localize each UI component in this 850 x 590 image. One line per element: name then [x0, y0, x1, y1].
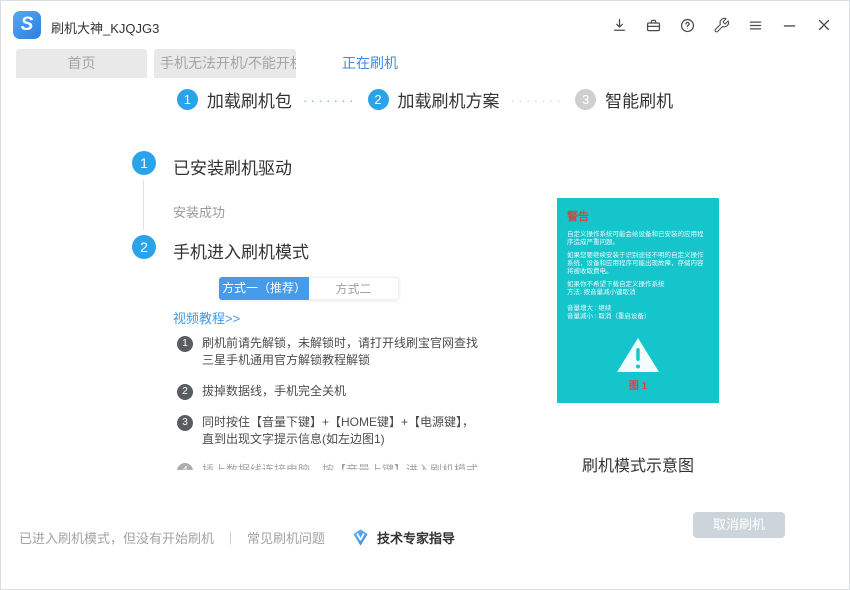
instruction-3-number: 3	[177, 415, 193, 431]
mode-1-button[interactable]: 方式一（推荐）	[219, 277, 309, 300]
instruction-4-number: 4	[177, 463, 193, 470]
progress-steps: 1 加载刷机包 ······· 2 加载刷机方案 ······· 3 智能刷机	[1, 87, 849, 112]
progress-step-1-circle: 1	[177, 89, 198, 110]
app-window: S 刷机大神_KJQJG3 首页 手机无法开机/不能开机 正在刷机 1 加载刷机…	[0, 0, 850, 590]
flash-mode-illustration: 警告 自定义操作系统可能会给设备和已安装的应用程序造成严重问题。 如果您要继续安…	[557, 198, 719, 403]
flow-step-1-status: 安装成功	[173, 202, 225, 221]
instruction-1-number: 1	[177, 336, 193, 352]
flow-step-1-title: 已安装刷机驱动	[173, 154, 292, 179]
illustration-caption: 刷机模式示意图	[557, 452, 719, 476]
mode-2-button[interactable]: 方式二	[309, 277, 399, 300]
illustration-text: 如果你不希望下载自定义操作系统	[567, 281, 709, 289]
flow-connector-line	[143, 180, 144, 230]
illustration-text: 自定义操作系统可能会给设备和已安装的应用程序造成严重问题。	[567, 231, 709, 247]
minimize-icon[interactable]	[781, 17, 798, 34]
status-text: 已进入刷机模式，但没有开始刷机	[19, 528, 214, 547]
instruction-list: 1 刷机前请先解锁，未解锁时，请打开线刷宝官网查找三星手机通用官方解锁教程解锁 …	[177, 335, 479, 470]
illustration-text: 如果您要继续安装于识别途径不明的自定义操作系统，设备和应用程序可能出现故障，存储…	[567, 252, 709, 276]
toolbox-icon[interactable]	[645, 17, 662, 34]
progress-step-3-label: 智能刷机	[605, 87, 673, 112]
flow-step-2-circle: 2	[132, 235, 156, 259]
tab-home[interactable]: 首页	[16, 49, 147, 78]
status-bar: 已进入刷机模式，但没有开始刷机 ｜ 常见刷机问题 技术专家指导	[19, 528, 455, 547]
status-divider: ｜	[224, 528, 237, 547]
instruction-2-number: 2	[177, 384, 193, 400]
app-title: 刷机大神_KJQJG3	[51, 18, 159, 37]
download-icon[interactable]	[611, 17, 628, 34]
progress-connector-1: ·······	[303, 92, 357, 108]
titlebar-actions	[611, 16, 833, 34]
instruction-item-3: 3 同时按住【音量下键】+【HOME键】+【电源键】，直到出现文字提示信息(如左…	[177, 414, 479, 448]
menu-icon[interactable]	[747, 17, 764, 34]
video-tutorial-link[interactable]: 视频教程>>	[173, 308, 240, 327]
title-bar: S 刷机大神_KJQJG3	[1, 1, 849, 49]
progress-step-1-label: 加载刷机包	[207, 87, 292, 112]
expert-badge-icon	[351, 528, 370, 547]
instruction-1-text: 刷机前请先解锁，未解锁时，请打开线刷宝官网查找三星手机通用官方解锁教程解锁	[202, 335, 479, 369]
illustration-warning-title: 警告	[567, 208, 709, 224]
instruction-item-4-clipped: 4 插上数据线连接电脑，按【音量上键】进入刷机模式	[177, 462, 479, 470]
illustration-text: 音量增大 : 继续	[567, 305, 709, 313]
flow-step-2-title: 手机进入刷机模式	[173, 238, 309, 263]
instruction-3-text: 同时按住【音量下键】+【HOME键】+【电源键】，直到出现文字提示信息(如左边图…	[202, 414, 479, 448]
warning-triangle-icon	[615, 336, 661, 374]
progress-step-2-circle: 2	[368, 89, 389, 110]
tab-bar: 首页 手机无法开机/不能开机 正在刷机	[1, 49, 849, 78]
expert-guidance-link[interactable]: 技术专家指导	[377, 528, 455, 547]
faq-link[interactable]: 常见刷机问题	[247, 528, 325, 547]
instruction-4-text: 插上数据线连接电脑，按【音量上键】进入刷机模式	[202, 462, 478, 470]
progress-connector-2: ·······	[511, 92, 565, 108]
instruction-item-2: 2 拔掉数据线，手机完全关机	[177, 383, 479, 400]
cancel-flash-button[interactable]: 取消刷机	[693, 512, 785, 538]
figure-label: 图 1	[557, 377, 719, 392]
tab-flashing-active[interactable]: 正在刷机	[302, 49, 438, 78]
instruction-item-1: 1 刷机前请先解锁，未解锁时，请打开线刷宝官网查找三星手机通用官方解锁教程解锁	[177, 335, 479, 369]
close-icon[interactable]	[815, 16, 833, 34]
progress-step-2-label: 加载刷机方案	[398, 87, 500, 112]
repair-tool-icon[interactable]	[713, 17, 730, 34]
app-logo-icon: S	[13, 11, 41, 39]
help-icon[interactable]	[679, 17, 696, 34]
flow-step-1-circle: 1	[132, 151, 156, 175]
progress-step-3-circle: 3	[575, 89, 596, 110]
tab-cannot-boot[interactable]: 手机无法开机/不能开机	[154, 49, 296, 78]
illustration-text: 音量减小 : 取消（重启设备）	[567, 313, 709, 321]
illustration-text: 方法: 按音量减小键取消	[567, 289, 709, 297]
instruction-2-text: 拔掉数据线，手机完全关机	[202, 383, 346, 400]
mode-switcher: 方式一（推荐） 方式二	[219, 277, 399, 300]
